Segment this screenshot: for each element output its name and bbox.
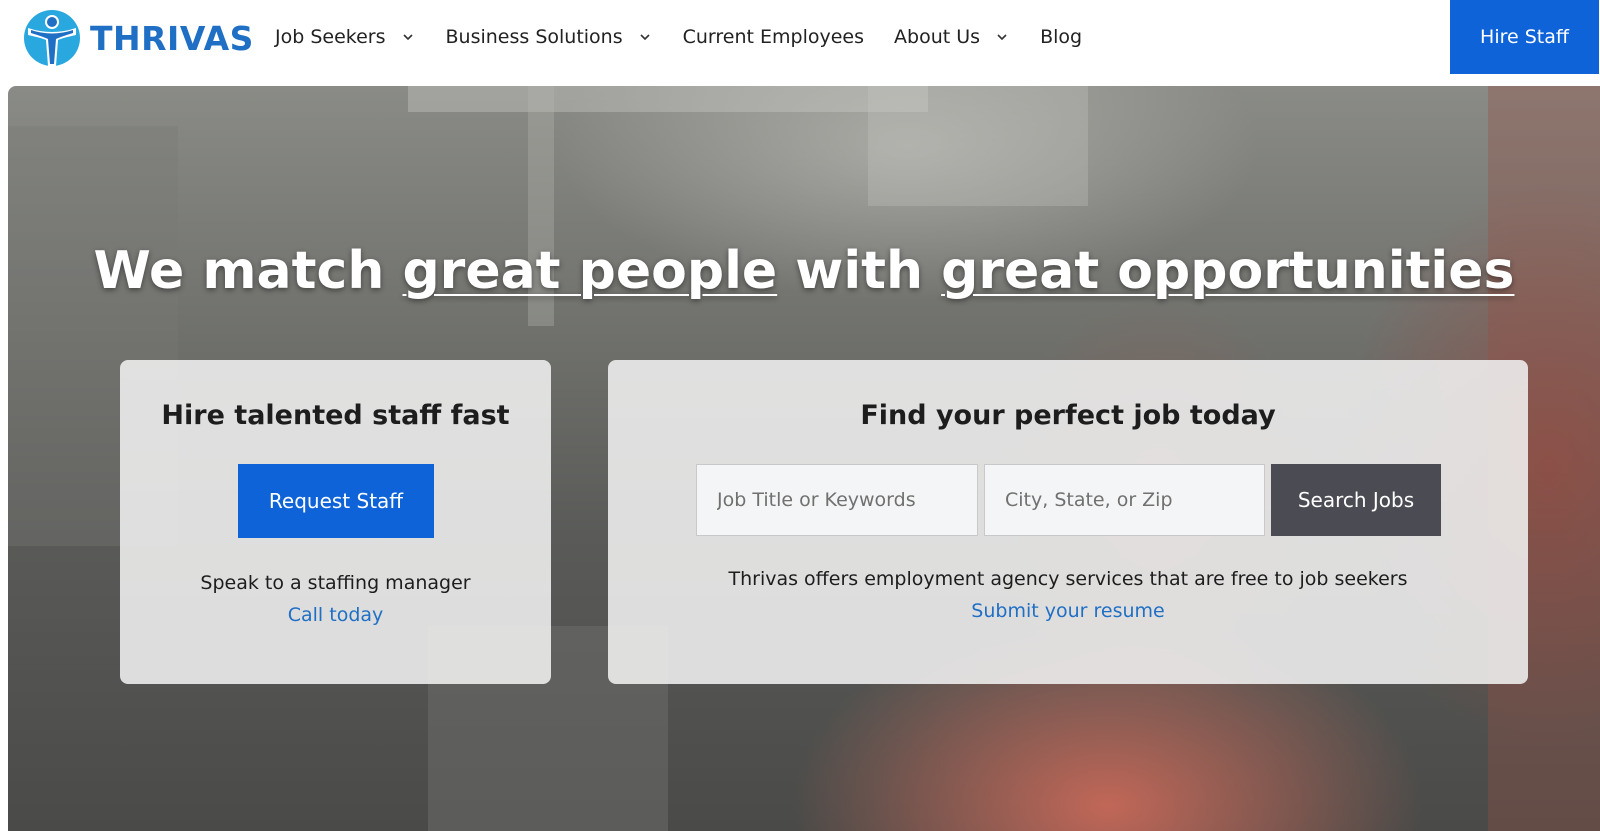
employer-card-text: Speak to a staffing manager (200, 572, 471, 594)
nav-item-current-employees[interactable]: Current Employees (683, 26, 864, 48)
hero-section: We match great people with great opportu… (8, 86, 1600, 831)
site-header: THRIVAS Job Seekers Business Solutions C… (0, 0, 1600, 86)
job-card-text: Thrivas offers employment agency service… (728, 568, 1408, 590)
chevron-down-icon (402, 34, 413, 41)
headline-highlight: great opportunities (941, 241, 1515, 301)
brand-name: THRIVAS (90, 18, 254, 58)
search-jobs-button[interactable]: Search Jobs (1271, 464, 1441, 536)
chevron-down-icon (640, 34, 650, 41)
nav-item-job-seekers[interactable]: Job Seekers (275, 26, 416, 48)
hero-headline: We match great people with great opportu… (8, 241, 1600, 301)
nav-label: Job Seekers (275, 26, 386, 48)
person-logo-icon (24, 10, 80, 66)
headline-part: We match (93, 241, 403, 301)
nav-item-business-solutions[interactable]: Business Solutions (446, 26, 653, 48)
chevron-down-icon (997, 34, 1007, 41)
job-search-card: Find your perfect job today Search Jobs … (608, 360, 1528, 684)
location-input[interactable] (984, 464, 1265, 536)
nav-label: Blog (1040, 26, 1083, 48)
background-photo-detail (868, 86, 1088, 206)
nav-label: Current Employees (682, 26, 865, 48)
keywords-input[interactable] (696, 464, 978, 536)
submit-resume-link[interactable]: Submit your resume (608, 600, 1528, 622)
headline-part: with (777, 241, 942, 301)
job-card-title: Find your perfect job today (860, 400, 1276, 431)
employer-card-title: Hire talented staff fast (161, 400, 510, 431)
call-today-link[interactable]: Call today (120, 604, 551, 626)
nav-label: About Us (894, 26, 981, 48)
nav-item-about-us[interactable]: About Us (894, 26, 1010, 48)
main-nav: Job Seekers Business Solutions Current E… (275, 26, 1112, 48)
nav-item-blog[interactable]: Blog (1040, 26, 1082, 48)
request-staff-button[interactable]: Request Staff (238, 464, 434, 538)
brand-logo[interactable]: THRIVAS (22, 8, 254, 68)
nav-label: Business Solutions (445, 26, 623, 48)
employer-card: Hire talented staff fast Request Staff S… (120, 360, 551, 684)
headline-highlight: great people (402, 241, 778, 301)
hire-staff-button[interactable]: Hire Staff (1450, 0, 1599, 74)
background-photo-detail (408, 86, 928, 112)
